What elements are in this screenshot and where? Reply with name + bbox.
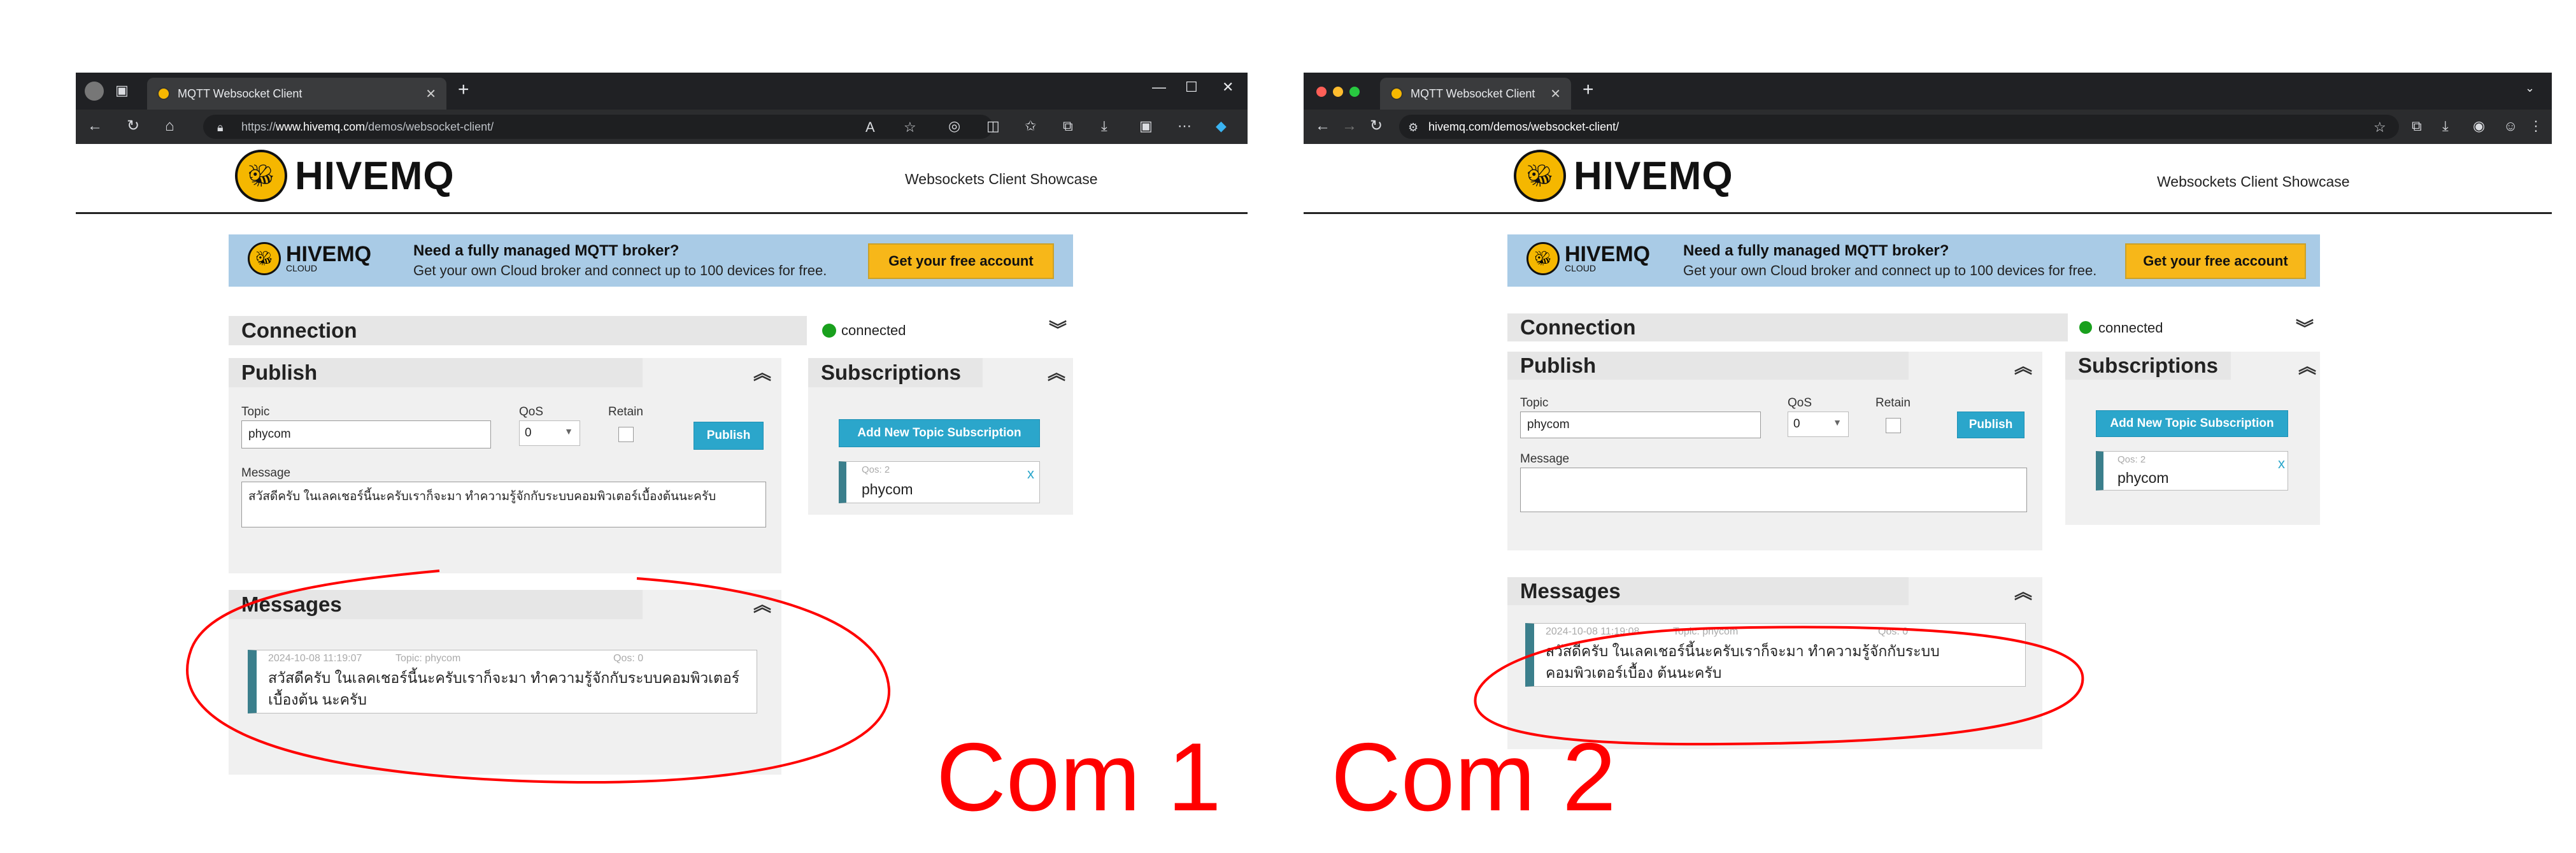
screenshot-stage: ▣ MQTT Websocket Client ✕ + — ☐ ✕ ← ↻ ⌂ … (0, 0, 2576, 853)
annotation-overlay (186, 570, 2084, 784)
caption-com1: Com 1 (936, 723, 1221, 831)
caption-com2: Com 2 (1331, 723, 1616, 831)
annotation-circle-com1 (186, 570, 891, 784)
